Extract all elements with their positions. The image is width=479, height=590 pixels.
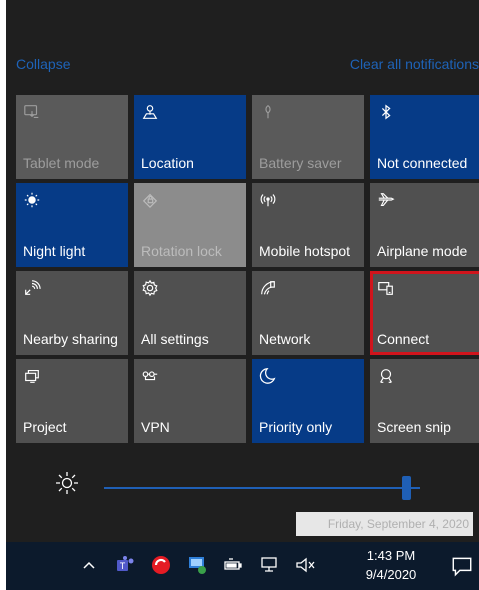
- notification-icon[interactable]: [450, 554, 474, 578]
- vpn-icon: [141, 367, 161, 387]
- tile-night-light[interactable]: Night light: [16, 183, 128, 267]
- tile-connect[interactable]: Connect: [370, 271, 479, 355]
- moon-icon: [259, 367, 279, 387]
- volume-mute-icon[interactable]: [294, 554, 318, 578]
- tile-location[interactable]: Location: [134, 95, 246, 179]
- bluetooth-icon: [377, 103, 397, 123]
- taskbar: T 1:43 PM 9/4/2020: [6, 542, 479, 590]
- tile-tablet-mode[interactable]: Tablet mode: [16, 95, 128, 179]
- tile-project[interactable]: Project: [16, 359, 128, 443]
- clock-date: 9/4/2020: [365, 567, 417, 582]
- airplane-icon: [377, 191, 397, 211]
- network-icon: [259, 279, 279, 299]
- tile-label: Priority only: [259, 419, 333, 435]
- tile-label: Battery saver: [259, 155, 342, 171]
- clock-time: 1:43 PM: [366, 548, 416, 563]
- tile-label: Airplane mode: [377, 243, 468, 259]
- brightness-control: [6, 462, 479, 512]
- teams-icon[interactable]: T: [114, 554, 138, 578]
- gear-icon: [141, 279, 161, 299]
- tile-label: VPN: [141, 419, 170, 435]
- tile-airplane-mode[interactable]: Airplane mode: [370, 183, 479, 267]
- tile-network[interactable]: Network: [252, 271, 364, 355]
- tile-rotation-lock[interactable]: Rotation lock: [134, 183, 246, 267]
- tile-label: Network: [259, 331, 311, 347]
- tile-bluetooth[interactable]: Not connected: [370, 95, 479, 179]
- brightness-slider-thumb[interactable]: [402, 476, 411, 500]
- taskbar-clock[interactable]: 1:43 PM 9/4/2020: [356, 546, 426, 584]
- brightness-slider-track[interactable]: [104, 487, 420, 489]
- location-icon: [141, 103, 161, 123]
- rotation-lock-icon: [141, 191, 161, 211]
- tile-label: Connect: [377, 331, 430, 347]
- tile-label: Mobile hotspot: [259, 243, 351, 259]
- collapse-link[interactable]: Collapse: [16, 56, 70, 72]
- tile-all-settings[interactable]: All settings: [134, 271, 246, 355]
- tile-screen-snip[interactable]: Screen snip: [370, 359, 479, 443]
- screen-snip-icon: [377, 367, 397, 387]
- nearby-sharing-icon: [23, 279, 43, 299]
- tile-label: All settings: [141, 331, 209, 347]
- svg-text:T: T: [120, 561, 126, 571]
- tile-battery-saver[interactable]: Battery saver: [252, 95, 364, 179]
- tile-label: Rotation lock: [141, 243, 222, 259]
- security-icon[interactable]: [186, 554, 210, 578]
- tile-nearby-sharing[interactable]: Nearby sharing: [16, 271, 128, 355]
- tile-label: Tablet mode: [23, 155, 100, 171]
- mobile-hotspot-icon: [259, 191, 279, 211]
- clear-all-notifications-link[interactable]: Clear all notifications: [350, 56, 479, 72]
- project-icon: [23, 367, 43, 387]
- date-tooltip: Friday, September 4, 2020: [296, 512, 473, 536]
- tablet-mode-icon: [23, 103, 43, 123]
- tile-focus-assist[interactable]: Priority only: [252, 359, 364, 443]
- brightness-icon: [54, 470, 80, 496]
- tile-label: Project: [23, 419, 67, 435]
- connect-icon: [377, 279, 397, 299]
- tile-vpn[interactable]: VPN: [134, 359, 246, 443]
- tile-label: Night light: [23, 243, 86, 259]
- chevron-up-icon[interactable]: [78, 554, 102, 578]
- battery-saver-icon: [259, 103, 279, 123]
- tile-mobile-hotspot[interactable]: Mobile hotspot: [252, 183, 364, 267]
- network-icon[interactable]: [258, 554, 282, 578]
- tile-label: Nearby sharing: [23, 331, 118, 347]
- battery-icon[interactable]: [222, 554, 246, 578]
- antivirus-icon[interactable]: [150, 554, 174, 578]
- action-center-header: Collapse Clear all notifications: [6, 56, 479, 76]
- action-center: Collapse Clear all notifications Tablet …: [6, 0, 479, 590]
- tile-label: Screen snip: [377, 419, 451, 435]
- tile-label: Not connected: [377, 155, 468, 171]
- night-light-icon: [23, 191, 43, 211]
- tile-label: Location: [141, 155, 194, 171]
